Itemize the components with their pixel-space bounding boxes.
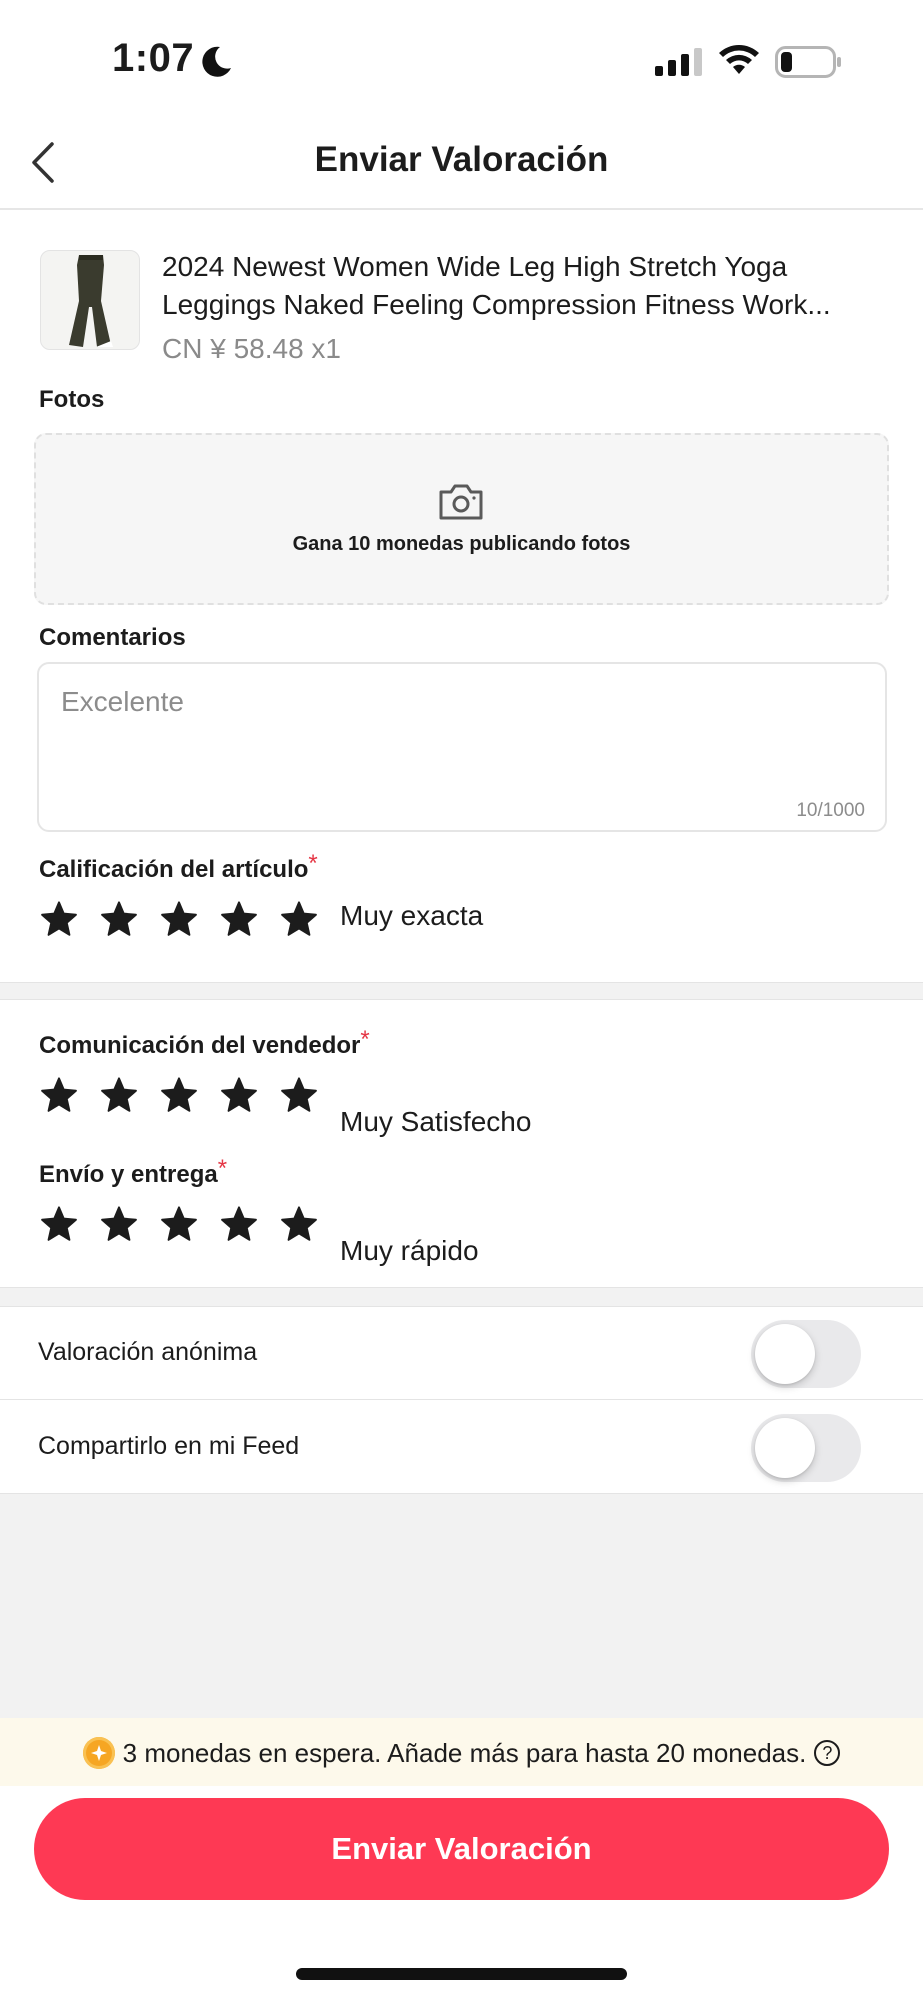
- seller-rating-title: Comunicación del vendedor: [39, 1032, 361, 1059]
- star-icon[interactable]: [280, 900, 318, 938]
- comments-counter: 10/1000: [796, 800, 865, 821]
- star-icon[interactable]: [280, 1076, 318, 1114]
- item-rating-text: Muy exacta: [340, 900, 484, 931]
- product-name[interactable]: 2024 Newest Women Wide Leg High Stretch …: [162, 248, 892, 324]
- star-icon[interactable]: [40, 1076, 78, 1114]
- product-thumbnail: [40, 250, 140, 350]
- camera-icon: [439, 484, 483, 520]
- cellular-signal-icon: [655, 48, 702, 76]
- seller-rating-label: Comunicación del vendedor*: [39, 1026, 370, 1060]
- product-price: CN ¥ 58.48 x1: [162, 333, 341, 364]
- star-icon[interactable]: [100, 1076, 138, 1114]
- shipping-rating-stars[interactable]: [40, 1205, 318, 1243]
- coin-icon: [82, 1737, 115, 1769]
- coins-banner-text: 3 monedas en espera. Añade más para hast…: [122, 1737, 807, 1768]
- header-divider: [0, 208, 923, 210]
- comments-input[interactable]: [37, 662, 887, 832]
- shipping-rating-label: Envío y entrega*: [39, 1155, 227, 1189]
- star-icon[interactable]: [40, 900, 78, 938]
- product-name-line1: 2024 Newest Women Wide Leg High Stretch …: [162, 251, 788, 282]
- required-mark: *: [360, 1026, 370, 1053]
- seller-rating-text: Muy Satisfecho: [340, 1106, 532, 1137]
- page-title: Enviar Valoración: [314, 140, 609, 179]
- submit-review-screen: 1:07 Enviar Valoración 2024 Newest Women…: [0, 0, 923, 2000]
- help-icon[interactable]: ?: [814, 1740, 841, 1766]
- item-rating-label: Calificación del artículo*: [39, 850, 318, 884]
- toggle-knob: [755, 1324, 815, 1384]
- shipping-rating-text: Muy rápido: [340, 1235, 479, 1266]
- photos-label: Fotos: [39, 386, 105, 413]
- star-icon[interactable]: [40, 1205, 78, 1243]
- moon-icon: [202, 46, 231, 77]
- comments-label: Comentarios: [39, 624, 186, 651]
- row-divider: [0, 1399, 923, 1400]
- battery-icon: [775, 46, 841, 78]
- submit-review-button[interactable]: Enviar Valoración: [34, 1798, 889, 1900]
- section-divider: [0, 982, 923, 1000]
- required-mark: *: [217, 1155, 228, 1182]
- required-mark: *: [308, 850, 318, 877]
- photo-upload-text: Gana 10 monedas publicando fotos: [292, 533, 631, 555]
- star-icon[interactable]: [220, 1205, 258, 1243]
- star-icon[interactable]: [220, 1076, 258, 1114]
- anonymous-review-toggle[interactable]: [751, 1320, 861, 1388]
- wifi-icon: [719, 45, 759, 74]
- status-time: 1:07: [112, 36, 195, 80]
- home-indicator: [296, 1968, 627, 1980]
- star-icon[interactable]: [100, 1205, 138, 1243]
- star-icon[interactable]: [160, 1205, 198, 1243]
- share-feed-toggle[interactable]: [751, 1414, 861, 1482]
- item-rating-title: Calificación del artículo: [39, 856, 309, 883]
- seller-rating-stars[interactable]: [40, 1076, 318, 1114]
- star-icon[interactable]: [220, 900, 258, 938]
- item-rating-stars[interactable]: [40, 900, 318, 938]
- star-icon[interactable]: [100, 900, 138, 938]
- shipping-rating-title: Envío y entrega: [39, 1161, 218, 1188]
- share-feed-label: Compartirlo en mi Feed: [38, 1432, 300, 1460]
- star-icon[interactable]: [160, 900, 198, 938]
- anonymous-review-label: Valoración anónima: [38, 1338, 258, 1366]
- star-icon[interactable]: [160, 1076, 198, 1114]
- section-divider: [0, 1287, 923, 1307]
- coins-banner-content: 3 monedas en espera. Añade más para hast…: [0, 1737, 923, 1769]
- toggle-knob: [755, 1418, 815, 1478]
- empty-area: [0, 1494, 923, 1718]
- star-icon[interactable]: [280, 1205, 318, 1243]
- product-name-line2: Leggings Naked Feeling Compression Fitne…: [162, 289, 831, 320]
